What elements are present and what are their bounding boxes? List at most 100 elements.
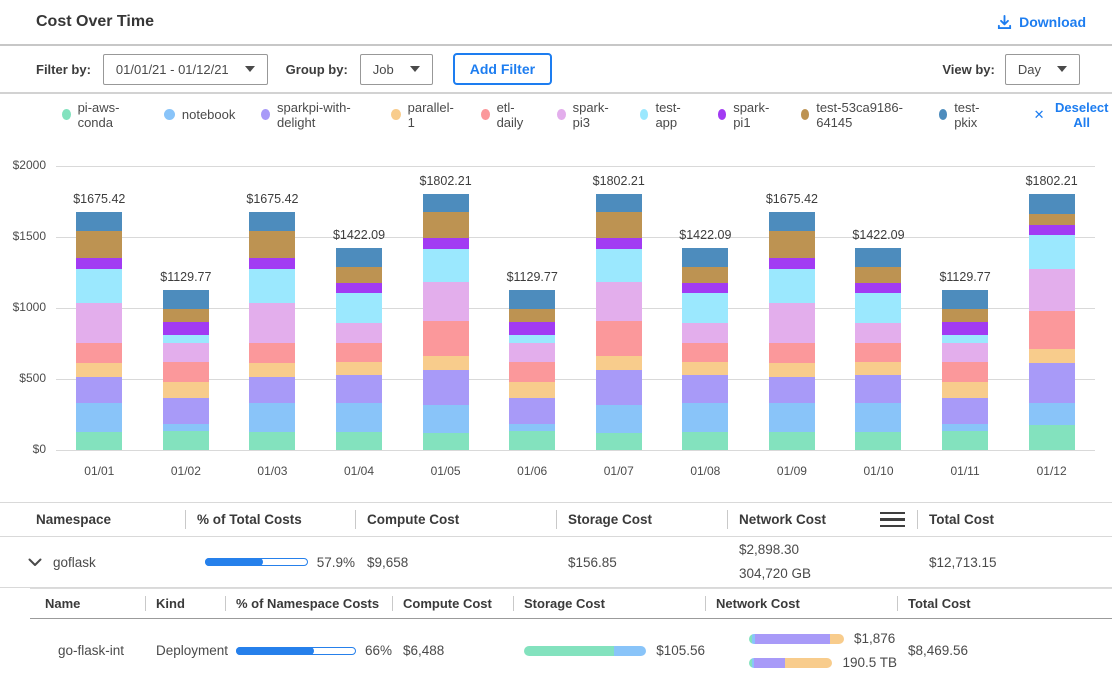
stacked-bar-01/02[interactable] — [163, 290, 209, 450]
bar-segment-etl-daily[interactable] — [249, 343, 295, 363]
bar-segment-spark-pi1[interactable] — [163, 322, 209, 335]
bar-segment-test-pkix[interactable] — [942, 290, 988, 309]
stacked-bar-01/03[interactable] — [249, 212, 295, 450]
stacked-bar-01/11[interactable] — [942, 290, 988, 450]
bar-segment-notebook[interactable] — [336, 403, 382, 432]
bar-segment-spark-pi3[interactable] — [769, 303, 815, 343]
bar-segment-spark-pi1[interactable] — [596, 238, 642, 250]
deselect-all-button[interactable]: ✕ Deselect All — [1034, 100, 1112, 130]
bar-segment-test-53ca9186-64145[interactable] — [336, 267, 382, 284]
bar-segment-sparkpi-with-delight[interactable] — [163, 398, 209, 424]
bar-segment-spark-pi3[interactable] — [682, 323, 728, 343]
bar-segment-test-app[interactable] — [682, 293, 728, 323]
bar-segment-pi-aws-conda[interactable] — [596, 433, 642, 450]
bar-segment-parallel-1[interactable] — [336, 362, 382, 375]
bar-segment-test-app[interactable] — [509, 335, 555, 343]
legend-item-test-app[interactable]: test-app — [640, 100, 692, 130]
legend-item-test-pkix[interactable]: test-pkix — [939, 100, 992, 130]
bar-segment-pi-aws-conda[interactable] — [942, 431, 988, 450]
bar-segment-pi-aws-conda[interactable] — [76, 432, 122, 450]
bar-segment-parallel-1[interactable] — [163, 382, 209, 398]
bar-segment-test-pkix[interactable] — [596, 194, 642, 212]
bar-segment-spark-pi3[interactable] — [509, 343, 555, 363]
bar-segment-test-pkix[interactable] — [509, 290, 555, 309]
bar-segment-test-53ca9186-64145[interactable] — [249, 231, 295, 259]
bar-segment-parallel-1[interactable] — [76, 363, 122, 377]
bar-segment-pi-aws-conda[interactable] — [1029, 425, 1075, 450]
bar-segment-test-53ca9186-64145[interactable] — [942, 309, 988, 323]
bar-segment-sparkpi-with-delight[interactable] — [249, 377, 295, 404]
bar-segment-test-app[interactable] — [855, 293, 901, 323]
stacked-bar-01/09[interactable] — [769, 212, 815, 450]
legend-item-notebook[interactable]: notebook — [164, 107, 236, 122]
bar-segment-spark-pi1[interactable] — [76, 258, 122, 269]
bar-segment-test-53ca9186-64145[interactable] — [596, 212, 642, 238]
legend-item-parallel-1[interactable]: parallel-1 — [391, 100, 455, 130]
bar-segment-spark-pi1[interactable] — [769, 258, 815, 269]
bar-segment-parallel-1[interactable] — [1029, 349, 1075, 363]
bar-segment-spark-pi3[interactable] — [249, 303, 295, 343]
bar-segment-test-app[interactable] — [769, 269, 815, 303]
bar-segment-pi-aws-conda[interactable] — [769, 432, 815, 450]
bar-segment-parallel-1[interactable] — [423, 356, 469, 369]
legend-item-sparkpi-with-delight[interactable]: sparkpi-with-delight — [261, 100, 364, 130]
bar-segment-spark-pi3[interactable] — [1029, 269, 1075, 311]
bar-segment-etl-daily[interactable] — [769, 343, 815, 363]
bar-segment-parallel-1[interactable] — [942, 382, 988, 398]
bar-segment-pi-aws-conda[interactable] — [509, 431, 555, 450]
bar-segment-notebook[interactable] — [163, 424, 209, 432]
bar-segment-notebook[interactable] — [249, 403, 295, 432]
date-range-select[interactable]: 01/01/21 - 01/12/21 — [103, 54, 268, 85]
bar-segment-test-53ca9186-64145[interactable] — [1029, 214, 1075, 225]
bar-segment-notebook[interactable] — [423, 405, 469, 433]
bar-segment-test-pkix[interactable] — [163, 290, 209, 309]
bar-segment-sparkpi-with-delight[interactable] — [596, 370, 642, 405]
stacked-bar-01/06[interactable] — [509, 290, 555, 450]
group-by-select[interactable]: Job — [360, 54, 433, 85]
bar-segment-test-pkix[interactable] — [423, 194, 469, 212]
bar-segment-pi-aws-conda[interactable] — [423, 433, 469, 450]
bar-segment-sparkpi-with-delight[interactable] — [336, 375, 382, 403]
bar-segment-spark-pi1[interactable] — [682, 283, 728, 293]
bar-segment-notebook[interactable] — [942, 424, 988, 432]
bar-segment-parallel-1[interactable] — [855, 362, 901, 375]
bar-segment-pi-aws-conda[interactable] — [336, 432, 382, 450]
bar-segment-notebook[interactable] — [76, 403, 122, 432]
legend-item-pi-aws-conda[interactable]: pi-aws-conda — [62, 100, 138, 130]
bar-segment-notebook[interactable] — [596, 405, 642, 433]
bar-segment-test-app[interactable] — [423, 249, 469, 282]
bar-segment-parallel-1[interactable] — [249, 363, 295, 377]
bar-segment-test-app[interactable] — [942, 335, 988, 343]
legend-item-etl-daily[interactable]: etl-daily — [481, 100, 531, 130]
bar-segment-pi-aws-conda[interactable] — [163, 431, 209, 450]
stacked-bar-01/08[interactable] — [682, 248, 728, 450]
bar-segment-spark-pi3[interactable] — [76, 303, 122, 343]
bar-segment-etl-daily[interactable] — [336, 343, 382, 361]
bar-segment-etl-daily[interactable] — [163, 362, 209, 382]
stacked-bar-01/04[interactable] — [336, 248, 382, 450]
bar-segment-etl-daily[interactable] — [423, 321, 469, 357]
bar-segment-test-53ca9186-64145[interactable] — [682, 267, 728, 284]
bar-segment-spark-pi3[interactable] — [163, 343, 209, 363]
bar-segment-test-pkix[interactable] — [249, 212, 295, 230]
bar-segment-test-53ca9186-64145[interactable] — [423, 212, 469, 238]
bar-segment-etl-daily[interactable] — [855, 343, 901, 361]
bar-segment-spark-pi1[interactable] — [336, 283, 382, 293]
bar-segment-sparkpi-with-delight[interactable] — [682, 375, 728, 403]
bar-segment-parallel-1[interactable] — [509, 382, 555, 398]
namespace-expander[interactable]: goflask — [0, 555, 185, 570]
bar-segment-spark-pi1[interactable] — [423, 238, 469, 250]
legend-item-test-53ca9186-64145[interactable]: test-53ca9186-64145 — [801, 100, 913, 130]
chevron-down-icon[interactable] — [28, 558, 42, 567]
column-menu-icon[interactable] — [878, 510, 907, 530]
bar-segment-test-app[interactable] — [336, 293, 382, 323]
bar-segment-spark-pi1[interactable] — [855, 283, 901, 293]
bar-segment-sparkpi-with-delight[interactable] — [1029, 363, 1075, 402]
bar-segment-parallel-1[interactable] — [596, 356, 642, 369]
bar-segment-spark-pi1[interactable] — [1029, 225, 1075, 234]
bar-segment-etl-daily[interactable] — [942, 362, 988, 382]
bar-segment-test-app[interactable] — [1029, 235, 1075, 270]
bar-segment-sparkpi-with-delight[interactable] — [509, 398, 555, 424]
bar-segment-spark-pi1[interactable] — [509, 322, 555, 335]
bar-segment-test-53ca9186-64145[interactable] — [509, 309, 555, 323]
